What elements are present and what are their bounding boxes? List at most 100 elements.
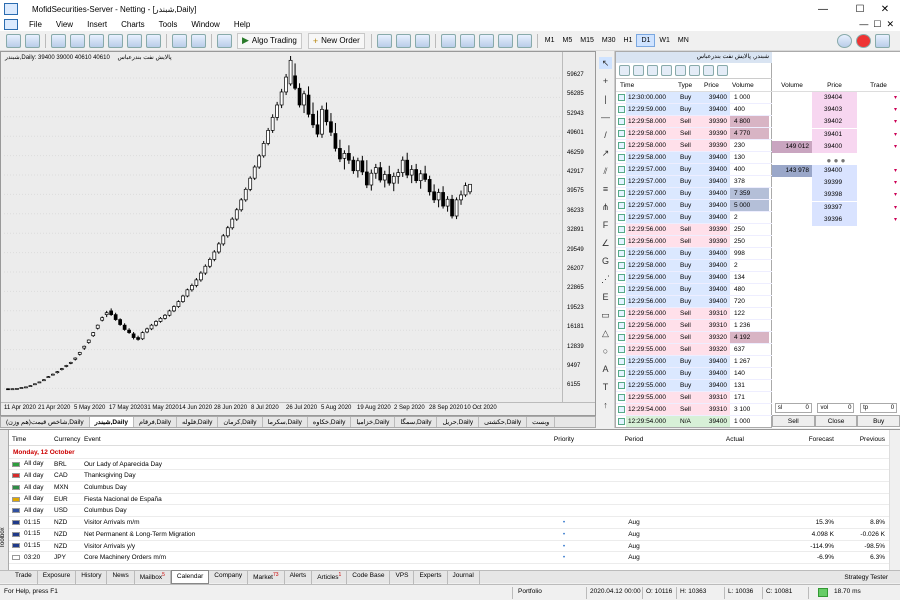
- candle[interactable]: [59, 367, 64, 371]
- calendar-row[interactable]: All day BRL Our Lady of Aparecida Day: [9, 459, 889, 471]
- candle[interactable]: [320, 105, 324, 138]
- candle[interactable]: [351, 156, 356, 174]
- candle[interactable]: [19, 387, 24, 389]
- candle[interactable]: [427, 175, 432, 196]
- candlestick-chart[interactable]: [4, 54, 562, 402]
- candle[interactable]: [284, 73, 288, 96]
- candle[interactable]: [378, 162, 383, 183]
- level-trade-arrow-icon[interactable]: ▾: [857, 214, 900, 226]
- candle[interactable]: [190, 283, 194, 292]
- candle[interactable]: [414, 163, 419, 184]
- chart-tab[interactable]: سکرما,Daily: [263, 417, 308, 427]
- new-chart-icon[interactable]: [6, 33, 21, 48]
- strategy-tester-tab[interactable]: Strategy Tester: [844, 574, 888, 581]
- candle[interactable]: [338, 139, 342, 163]
- toolbox-icon[interactable]: [108, 33, 123, 48]
- candle[interactable]: [400, 156, 405, 177]
- level-trade-arrow-icon[interactable]: ▾: [857, 116, 900, 128]
- sell-filter-icon[interactable]: [661, 65, 672, 76]
- ask-level-row[interactable]: 39404 ▾: [772, 92, 900, 104]
- candle[interactable]: [239, 198, 244, 212]
- bid-level-row[interactable]: 143 978 39400 ▾: [772, 165, 900, 177]
- toolbox-side-label[interactable]: Toolbox: [0, 430, 9, 571]
- zoom-out-icon[interactable]: [459, 33, 475, 48]
- horizontal-line-icon[interactable]: —: [599, 111, 612, 123]
- candle[interactable]: [118, 318, 122, 326]
- autoscroll-icon[interactable]: [497, 33, 513, 48]
- profiles-icon[interactable]: [25, 33, 40, 48]
- metaeditor-icon[interactable]: [172, 33, 187, 48]
- zoom-out-icon[interactable]: [717, 65, 728, 76]
- candle[interactable]: [122, 323, 127, 331]
- stop-loss-spinner[interactable]: sl 0: [774, 402, 812, 413]
- candle[interactable]: [261, 140, 266, 158]
- candle[interactable]: [104, 310, 109, 318]
- level-trade-arrow-icon[interactable]: ▾: [857, 129, 900, 141]
- candle[interactable]: [181, 294, 185, 303]
- zoom-in-icon[interactable]: [703, 65, 714, 76]
- col-actual[interactable]: Actual: [664, 434, 744, 445]
- toolbox-tab[interactable]: Mailbox5: [135, 570, 171, 584]
- market-watch-icon[interactable]: [51, 33, 66, 48]
- candle[interactable]: [275, 101, 279, 121]
- trade-row[interactable]: 12:29:57.000 Buy 39400 400: [616, 164, 773, 176]
- candle[interactable]: [463, 182, 468, 197]
- chart-tab[interactable]: خزامیا,Daily: [351, 417, 396, 427]
- terminal-icon[interactable]: [146, 33, 161, 48]
- candle[interactable]: [68, 361, 73, 365]
- chart-window-icon[interactable]: [4, 19, 18, 30]
- vol-value[interactable]: 0: [848, 404, 851, 412]
- candle[interactable]: [302, 90, 306, 114]
- candle[interactable]: [360, 155, 365, 176]
- trade-row[interactable]: 12:29:57.000 Buy 39400 5 000: [616, 200, 773, 212]
- rectangle-icon[interactable]: ▭: [599, 309, 612, 321]
- zoom-in-icon[interactable]: [440, 33, 456, 48]
- timeframe-m5[interactable]: M5: [559, 35, 577, 46]
- trade-row[interactable]: 12:29:56.000 Sell 39320 4 192: [616, 332, 773, 344]
- trade-row[interactable]: 12:29:58.000 Buy 39400 2: [616, 260, 773, 272]
- candle[interactable]: [454, 197, 459, 220]
- candle[interactable]: [149, 323, 154, 331]
- trade-row[interactable]: 12:29:58.000 Sell 39390 4 800: [616, 116, 773, 128]
- account-icon[interactable]: [856, 33, 871, 48]
- bar-chart-icon[interactable]: [376, 33, 392, 48]
- sl-value[interactable]: 0: [805, 404, 808, 412]
- candle[interactable]: [64, 364, 69, 368]
- trade-row[interactable]: 12:29:54.000 N/A 39400 1 000: [616, 416, 773, 427]
- menu-tools[interactable]: Tools: [152, 20, 185, 29]
- candle[interactable]: [288, 55, 293, 86]
- candle[interactable]: [221, 233, 226, 246]
- candle[interactable]: [306, 86, 311, 118]
- candle[interactable]: [279, 88, 284, 109]
- candle[interactable]: [234, 207, 239, 221]
- bid-level-row[interactable]: 39399 ▾: [772, 177, 900, 190]
- trade-row[interactable]: 12:30:00.000 Buy 39400 1 000: [616, 92, 773, 104]
- candle[interactable]: [329, 113, 333, 136]
- candle[interactable]: [405, 152, 410, 179]
- candle[interactable]: [131, 331, 136, 340]
- candle[interactable]: [369, 169, 374, 191]
- candle[interactable]: [140, 331, 145, 341]
- calendar-row[interactable]: 01:15 NZD Net Permanent & Long-Term Migrat…: [9, 529, 889, 541]
- take-profit-spinner[interactable]: tp 0: [860, 402, 898, 413]
- volume-spinner[interactable]: vol 0: [817, 402, 855, 413]
- candle[interactable]: [207, 257, 212, 269]
- candle[interactable]: [10, 388, 15, 391]
- candle[interactable]: [86, 339, 91, 344]
- calendar-row[interactable]: All day CAD Thanksgiving Day: [9, 470, 889, 483]
- crosshair-icon[interactable]: +: [599, 75, 612, 87]
- bid-level-row[interactable]: 39397 ▾: [772, 201, 900, 214]
- candle[interactable]: [216, 242, 221, 254]
- timeframe-m1[interactable]: M1: [541, 35, 559, 46]
- trade-row[interactable]: 12:29:56.000 Buy 39400 134: [616, 272, 773, 284]
- sell-button[interactable]: Sell: [772, 415, 815, 427]
- col-previous[interactable]: Previous: [834, 434, 889, 445]
- candle[interactable]: [55, 371, 60, 374]
- level-trade-arrow-icon[interactable]: ▾: [857, 189, 900, 201]
- regression-channel-icon[interactable]: ≡: [599, 183, 612, 195]
- candle[interactable]: [297, 83, 302, 108]
- chart-tab[interactable]: حکشتی,Daily: [479, 417, 528, 427]
- label-icon[interactable]: T: [599, 381, 612, 393]
- candle[interactable]: [270, 114, 275, 133]
- candle[interactable]: [185, 288, 190, 298]
